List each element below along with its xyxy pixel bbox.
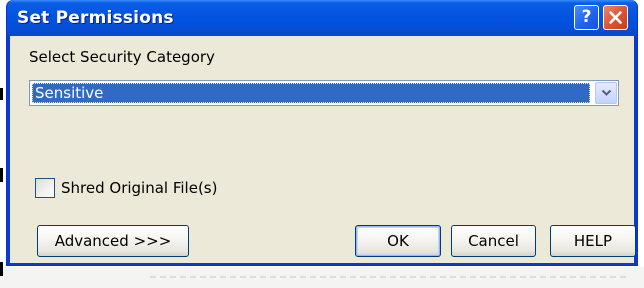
security-category-dropdown[interactable]: Sensitive: [29, 80, 619, 106]
title-bar[interactable]: Set Permissions ?: [7, 0, 637, 36]
question-mark-icon: ?: [581, 7, 592, 27]
edge-artifact: [0, 168, 3, 182]
security-category-selected: Sensitive: [32, 83, 590, 103]
ok-button[interactable]: OK: [355, 225, 441, 257]
shred-checkbox[interactable]: [35, 178, 55, 198]
cancel-button[interactable]: Cancel: [451, 225, 536, 257]
shred-label[interactable]: Shred Original File(s): [61, 179, 217, 197]
help-title-button[interactable]: ?: [574, 5, 599, 30]
dropdown-button[interactable]: [595, 82, 617, 104]
edge-artifact: [0, 88, 3, 100]
close-x-icon: [609, 11, 622, 24]
advanced-button[interactable]: Advanced >>>: [37, 225, 189, 257]
background-window-strip: [0, 267, 644, 288]
window-title: Set Permissions: [17, 8, 174, 28]
security-category-label: Select Security Category: [29, 48, 215, 66]
help-button[interactable]: HELP: [550, 225, 636, 257]
close-button[interactable]: [603, 5, 628, 30]
chevron-down-icon: [601, 89, 611, 96]
set-permissions-dialog: Set Permissions ? Select Security Catego…: [6, 0, 638, 266]
edge-artifact: [0, 262, 3, 276]
background-text-ghost: [150, 276, 630, 278]
